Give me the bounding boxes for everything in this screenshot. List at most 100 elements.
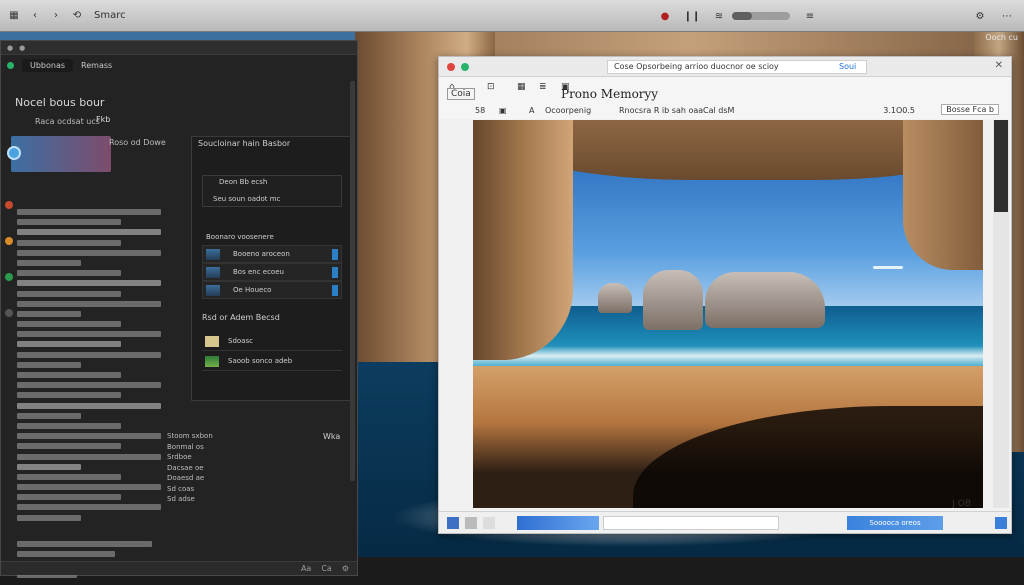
panel-subtitle: Rsd or Adem Becsd — [202, 313, 280, 322]
blank-icon[interactable] — [483, 517, 495, 529]
main-photo[interactable] — [473, 120, 983, 508]
code-line — [17, 249, 161, 256]
toolbar-left-label[interactable]: Coia — [447, 88, 475, 100]
code-line — [17, 270, 121, 277]
history-icon[interactable]: ⟲ — [70, 9, 84, 23]
record-icon[interactable]: ● — [658, 9, 672, 23]
code-line — [17, 351, 161, 358]
fold-icon[interactable] — [5, 309, 13, 317]
volume-slider[interactable] — [732, 12, 790, 20]
window-dot-icon[interactable]: ● — [7, 44, 13, 52]
photo-rock — [643, 270, 703, 330]
photo-cloud — [873, 266, 903, 269]
windows-icon[interactable] — [447, 517, 459, 529]
gear-icon[interactable]: ⚙ — [342, 564, 349, 573]
status-item[interactable]: Aa — [301, 564, 311, 573]
list-item[interactable]: Oe Houeco — [202, 281, 342, 299]
menu-bar: ▦ ‹ › ⟲ Smarc ● ❙❙ ≋ ≡ ⚙ ⋯ — [0, 0, 1024, 32]
code-line — [17, 290, 121, 297]
code-line — [17, 300, 161, 307]
output-line: Sd adse — [167, 495, 195, 503]
list-icon[interactable]: ≣ — [539, 82, 547, 92]
address-field[interactable]: Cose Opsorbeing arrioo duocnor oe scioy — [607, 60, 867, 74]
close-icon[interactable]: ✕ — [995, 60, 1003, 71]
back-icon[interactable]: ‹ — [28, 9, 42, 23]
list-item[interactable]: Bos enc ecoeu — [202, 263, 342, 281]
code-line — [17, 372, 121, 378]
wifi-icon[interactable]: ≋ — [712, 9, 726, 23]
status-area: ● ❙❙ ≋ ≡ ⚙ ⋯ — [651, 9, 1014, 23]
forward-icon[interactable]: › — [49, 9, 63, 23]
output-label: Wka — [323, 432, 341, 441]
code-line — [17, 310, 81, 317]
toolbar-item[interactable]: ▣ — [499, 106, 507, 115]
output-line: Stoom sxbon — [167, 432, 213, 440]
menu-icon[interactable]: ≡ — [803, 9, 817, 23]
info-icon[interactable] — [5, 273, 13, 281]
app-label[interactable]: Smarc — [94, 10, 126, 21]
caption-field[interactable] — [603, 516, 779, 530]
share-button[interactable]: Soui — [839, 62, 856, 71]
tab-second[interactable]: Remass — [81, 61, 112, 70]
settings-icon[interactable]: ⚙ — [973, 9, 987, 23]
toolbar-item[interactable]: Ocoorpenig — [545, 106, 591, 115]
pause-icon[interactable]: ❙❙ — [684, 9, 701, 23]
thumbnail-icon — [205, 336, 219, 347]
primary-action-button[interactable]: Sooooca oreos — [847, 516, 943, 530]
output-line: Doaesd ae — [167, 474, 205, 482]
code-line — [17, 280, 161, 287]
zoom-window-icon[interactable] — [461, 63, 469, 71]
toolbar-item[interactable]: Cal dsM — [703, 106, 734, 115]
photo-arch-left — [473, 120, 573, 360]
code-line — [17, 361, 81, 368]
code-editor-window: ● ● Ubbonas Remass Nocel bous bour Raca … — [0, 40, 358, 578]
export-button[interactable]: Bosse Fca b — [941, 104, 999, 115]
code-line — [17, 504, 161, 511]
code-line — [17, 392, 121, 399]
code-line — [17, 473, 121, 480]
code-line — [17, 229, 161, 236]
grid-icon[interactable]: ▦ — [7, 9, 21, 23]
page-icon[interactable] — [465, 517, 477, 529]
photo-bottom-bar: Sooooca oreos — [439, 511, 1011, 533]
photo-subtoolbar: 58 ▣ A Ocoorpenig Rnocsra R ib sah oaa C… — [439, 103, 1011, 119]
expand-icon[interactable] — [995, 517, 1007, 529]
selected-file-block[interactable] — [7, 136, 111, 172]
code-window-titlebar: ● ● — [1, 41, 357, 55]
photo-surf — [473, 346, 983, 366]
search-label[interactable]: Ooch cu — [985, 33, 1018, 42]
tab-active[interactable]: Ubbonas — [22, 58, 74, 72]
code-line — [17, 453, 161, 460]
list-item-label: Saoob sonco adeb — [228, 357, 293, 365]
edit-thumbnail-button[interactable] — [517, 516, 599, 530]
more-icon[interactable]: ⋯ — [1000, 9, 1014, 23]
section-heading: Nocel bous bour — [15, 96, 105, 109]
toolbar-item[interactable]: 58 — [475, 106, 485, 115]
code-line — [17, 321, 121, 328]
toolbar-item[interactable]: A — [529, 106, 534, 115]
page-title: Prono Memoryy — [561, 87, 659, 101]
code-line — [17, 422, 121, 429]
breakpoint-icon[interactable] — [5, 201, 13, 209]
scroll-marker-icon — [332, 267, 338, 278]
photo-scrollbar[interactable] — [993, 120, 1009, 508]
code-lines — [17, 209, 177, 525]
code-line — [17, 239, 121, 246]
window-dot-icon[interactable]: ● — [19, 44, 25, 52]
list-item[interactable]: Sdoasc — [202, 333, 342, 351]
crop-icon[interactable]: ⊡ — [487, 82, 495, 92]
toolbar-item[interactable]: Rnocsra R ib sah oaa — [619, 106, 703, 115]
list-item[interactable]: Saoob sonco adeb — [202, 353, 342, 371]
list-item[interactable]: Booeno aroceon — [202, 245, 342, 263]
panel-card[interactable]: Deon Bb ecsh Seu soun oadot mc — [202, 175, 342, 207]
list-item-label: Sdoasc — [228, 337, 253, 345]
close-window-icon[interactable] — [447, 63, 455, 71]
list-item-label: Bos enc ecoeu — [233, 268, 284, 276]
warning-icon[interactable] — [5, 237, 13, 245]
status-bar: Aa Ca ⚙ — [1, 561, 357, 575]
status-item[interactable]: Ca — [321, 564, 332, 573]
scrollbar-thumb[interactable] — [994, 120, 1008, 212]
code-line — [17, 541, 152, 547]
output-text: Stoom sxbon Bonmal os Srdboe Dacsae oe D… — [167, 431, 213, 505]
grid-icon[interactable]: ▦ — [517, 82, 526, 92]
